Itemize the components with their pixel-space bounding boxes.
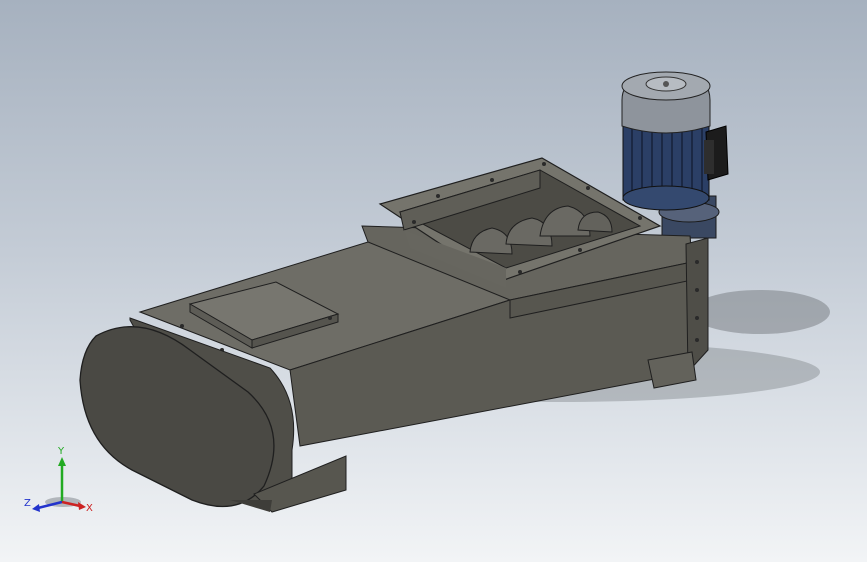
terminal-box[interactable]: [704, 125, 729, 181]
electric-motor[interactable]: [621, 71, 711, 211]
x-axis-label: X: [86, 503, 93, 514]
y-axis-label: Y: [57, 446, 65, 457]
graphics-viewport[interactable]: Y Z X: [0, 0, 867, 562]
z-arrow-icon: [32, 504, 40, 512]
screw-conveyor-model[interactable]: [0, 0, 867, 562]
x-arrow-icon: [78, 502, 86, 510]
orientation-triad[interactable]: Y Z X: [18, 440, 108, 520]
y-arrow-icon: [58, 457, 66, 466]
z-axis-label: Z: [24, 498, 31, 509]
motor-shadow: [690, 290, 830, 334]
